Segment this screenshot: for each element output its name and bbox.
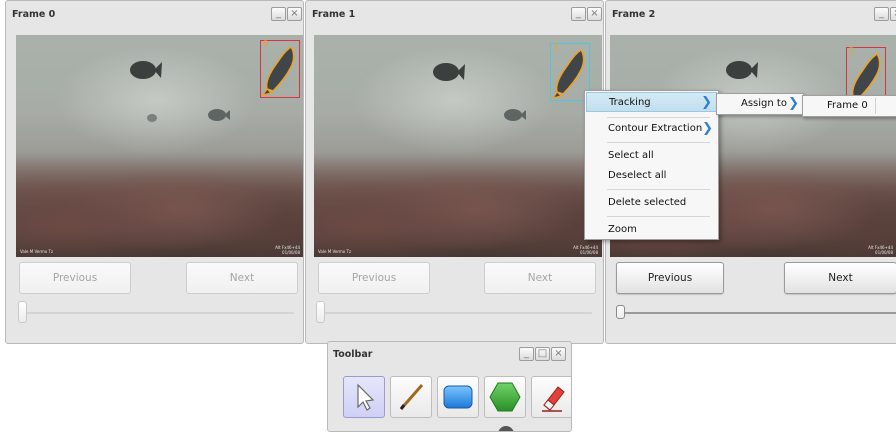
previous-button[interactable]: Previous xyxy=(19,262,131,294)
menu-separator xyxy=(607,142,710,143)
video-caption-right: Alt Fx46+44 01/00/08 xyxy=(868,245,893,255)
eraser-icon xyxy=(542,386,565,412)
submenu-assign-to[interactable]: Assign to ❯ xyxy=(716,93,804,115)
fish-icon xyxy=(147,114,157,122)
video-caption-left: Vale M Vermo Tz xyxy=(318,249,352,254)
minimize-button[interactable]: _ xyxy=(571,7,586,21)
next-button[interactable]: Next xyxy=(484,262,596,294)
frame-window-1: Frame 1 _ × 1 Vale M Vermo Tz Alt Fx46+4… xyxy=(305,0,604,344)
frame-slider-track[interactable] xyxy=(320,312,592,314)
submenu-divider xyxy=(875,98,876,114)
chevron-right-icon: ❯ xyxy=(702,121,713,136)
pointer-tool-button[interactable] xyxy=(343,376,385,418)
video-frame-view[interactable]: 1 Vale M Vermo Tz Alt Fx46+44 01/00/08 xyxy=(314,35,602,257)
frame-slider-thumb[interactable] xyxy=(18,301,27,323)
video-caption-right: Alt Fx46+44 01/00/08 xyxy=(573,245,598,255)
chevron-right-icon: ❯ xyxy=(701,95,712,110)
bounding-box[interactable]: 0 xyxy=(260,39,300,98)
menu-item-select-all[interactable]: Select all xyxy=(586,146,717,166)
window-controls: _ × xyxy=(271,7,302,21)
context-menu: Tracking ❯ Contour Extraction ❯ Select a… xyxy=(584,90,719,240)
video-caption-right: Alt Fx46+44 01/00/08 xyxy=(275,245,300,255)
frame-slider-thumb[interactable] xyxy=(316,301,325,323)
fish-contour-icon xyxy=(261,45,295,96)
bounding-box-label: 2 xyxy=(849,46,855,55)
submenu-item-label: Assign to xyxy=(741,98,787,109)
submenu-target-frame[interactable]: Frame 0 xyxy=(802,95,896,117)
frame-slider-track[interactable] xyxy=(22,312,294,314)
menu-item-label: Select all xyxy=(608,150,654,161)
video-caption-left: Vale M Vermo Tz xyxy=(20,249,54,254)
menu-item-zoom[interactable]: Zoom xyxy=(586,220,717,240)
menu-separator xyxy=(607,216,710,217)
menu-separator xyxy=(607,189,710,190)
window-controls: _ × xyxy=(874,7,896,21)
previous-button[interactable]: Previous xyxy=(616,262,724,294)
frame-window-0: Frame 0 _ × 0 Vale M Vermo Tz Alt Fx46+4… xyxy=(5,0,304,344)
close-button[interactable]: × xyxy=(551,347,566,361)
previous-button[interactable]: Previous xyxy=(318,262,430,294)
menu-item-label: Deselect all xyxy=(608,170,667,181)
minimize-button[interactable]: _ xyxy=(271,7,286,21)
close-button[interactable]: × xyxy=(587,7,602,21)
next-button[interactable]: Next xyxy=(784,262,896,294)
fish-icon xyxy=(726,61,758,79)
bounding-box-label: 1 xyxy=(553,42,559,51)
pointer-icon xyxy=(357,383,375,411)
window-controls: _ □ × xyxy=(519,347,566,361)
maximize-button[interactable]: □ xyxy=(535,347,550,361)
minimize-button[interactable]: _ xyxy=(519,347,534,361)
submenu-item-label: Frame 0 xyxy=(827,100,868,111)
frame-slider-thumb[interactable] xyxy=(616,305,625,319)
menu-item-label: Zoom xyxy=(608,224,637,235)
video-frame-view[interactable]: 0 Vale M Vermo Tz Alt Fx46+44 01/00/08 xyxy=(16,35,303,257)
menu-item-label: Tracking xyxy=(609,97,651,108)
eraser-tool-button[interactable] xyxy=(531,376,571,418)
pencil-tool-button[interactable] xyxy=(390,376,432,418)
cursor-indicator-icon xyxy=(498,426,514,431)
menu-item-deselect-all[interactable]: Deselect all xyxy=(586,166,717,186)
chevron-right-icon: ❯ xyxy=(788,96,799,111)
toolbar-window: Toolbar _ □ × xyxy=(327,341,572,432)
window-controls: _ × xyxy=(571,7,602,21)
minimize-button[interactable]: _ xyxy=(874,7,889,21)
fish-icon xyxy=(130,61,162,79)
next-button[interactable]: Next xyxy=(186,262,298,294)
frame-title: Frame 0 xyxy=(12,9,56,20)
close-button[interactable]: × xyxy=(287,7,302,21)
menu-item-label: Contour Extraction xyxy=(608,123,703,134)
frame-title: Frame 1 xyxy=(312,9,356,20)
fish-icon xyxy=(433,63,465,81)
fish-icon xyxy=(504,109,526,121)
frame-title: Frame 2 xyxy=(612,9,656,20)
pencil-icon xyxy=(399,384,424,410)
rectangle-icon xyxy=(443,385,473,409)
bounding-box-label: 0 xyxy=(263,39,269,48)
frame-slider-track[interactable] xyxy=(620,312,896,314)
menu-item-delete-selected[interactable]: Delete selected xyxy=(586,193,717,213)
menu-item-label: Delete selected xyxy=(608,197,687,208)
hexagon-icon xyxy=(489,382,521,412)
toolbar-title: Toolbar xyxy=(333,349,373,360)
menu-item-contour-extraction[interactable]: Contour Extraction ❯ xyxy=(586,119,717,139)
rectangle-tool-button[interactable] xyxy=(437,376,479,418)
fish-icon xyxy=(208,109,230,121)
menu-item-tracking[interactable]: Tracking ❯ xyxy=(586,92,717,112)
polygon-tool-button[interactable] xyxy=(484,376,526,418)
menu-separator xyxy=(607,117,710,118)
close-button[interactable]: × xyxy=(890,7,896,21)
